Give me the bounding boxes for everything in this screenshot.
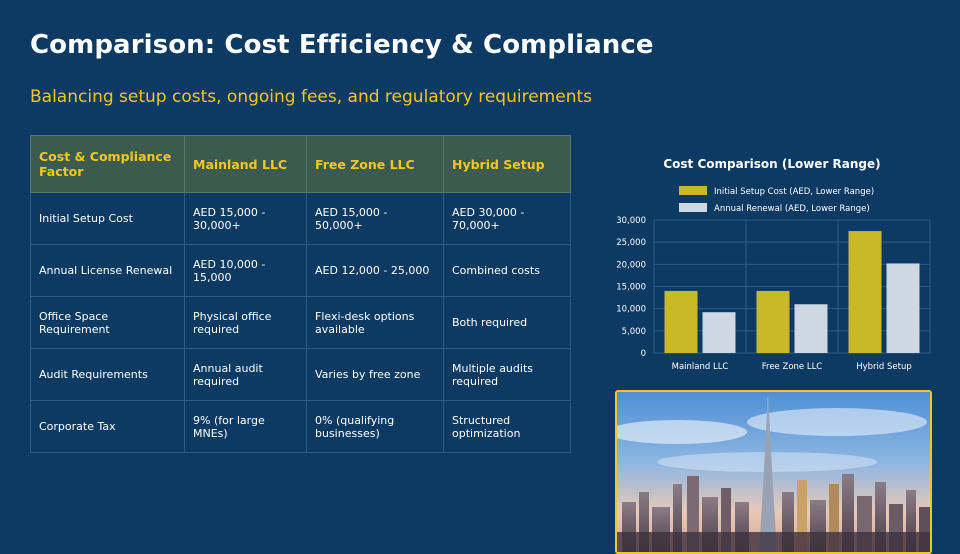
y-tick-label: 30,000 (616, 216, 646, 226)
header-factor: Cost & Compliance Factor (30, 135, 185, 193)
row-label: Initial Setup Cost (30, 192, 185, 245)
cell-freezone: Varies by free zone (306, 348, 444, 401)
chart-title: Cost Comparison (Lower Range) (663, 157, 880, 171)
y-tick-label: 0 (641, 349, 646, 359)
cell-mainland: AED 15,000 - 30,000+ (184, 192, 307, 245)
legend-swatch (679, 203, 707, 212)
y-tick-label: 25,000 (616, 238, 646, 248)
table-row: Annual License Renewal AED 10,000 - 15,0… (30, 244, 571, 297)
cell-hybrid: AED 30,000 - 70,000+ (443, 192, 571, 245)
cell-mainland: Physical office required (184, 296, 307, 349)
chart-svg: Cost Comparison (Lower Range) Initial Set… (616, 157, 931, 372)
cell-freezone: Flexi-desk options available (306, 296, 444, 349)
cell-hybrid: Combined costs (443, 244, 571, 297)
cell-freezone: 0% (qualifying businesses) (306, 400, 444, 453)
y-tick-label: 15,000 (616, 283, 646, 293)
cell-freezone: AED 15,000 - 50,000+ (306, 192, 444, 245)
row-label: Office Space Requirement (30, 296, 185, 349)
y-tick-label: 20,000 (616, 260, 646, 270)
bar (848, 231, 882, 353)
cell-hybrid: Both required (443, 296, 571, 349)
table-row: Audit Requirements Annual audit required… (30, 348, 571, 401)
slide-title: Comparison: Cost Efficiency & Compliance (30, 30, 654, 60)
header-freezone: Free Zone LLC (306, 135, 444, 193)
cell-mainland: 9% (for large MNEs) (184, 400, 307, 453)
table-row: Office Space Requirement Physical office… (30, 296, 571, 349)
legend-swatch (679, 186, 707, 195)
row-label: Annual License Renewal (30, 244, 185, 297)
bar (664, 290, 698, 353)
comparison-table: Cost & Compliance Factor Mainland LLC Fr… (30, 135, 571, 453)
header-mainland: Mainland LLC (184, 135, 307, 193)
x-tick-label: Hybrid Setup (856, 362, 912, 372)
cell-freezone: AED 12,000 - 25,000 (306, 244, 444, 297)
bar (702, 312, 736, 353)
table-row: Initial Setup Cost AED 15,000 - 30,000+ … (30, 192, 571, 245)
row-label: Audit Requirements (30, 348, 185, 401)
x-tick-label: Free Zone LLC (762, 362, 823, 372)
header-hybrid: Hybrid Setup (443, 135, 571, 193)
cell-mainland: AED 10,000 - 15,000 (184, 244, 307, 297)
row-label: Corporate Tax (30, 400, 185, 453)
bar (794, 304, 828, 353)
bar (886, 263, 920, 353)
table-row: Corporate Tax 9% (for large MNEs) 0% (qu… (30, 400, 571, 453)
cell-hybrid: Multiple audits required (443, 348, 571, 401)
city-skyline-photo (615, 390, 932, 554)
table-header-row: Cost & Compliance Factor Mainland LLC Fr… (30, 135, 571, 193)
x-tick-label: Mainland LLC (672, 362, 729, 372)
cell-hybrid: Structured optimization (443, 400, 571, 453)
slide-subtitle: Balancing setup costs, ongoing fees, and… (30, 87, 592, 107)
cell-mainland: Annual audit required (184, 348, 307, 401)
y-tick-label: 5,000 (622, 327, 646, 337)
legend-label: Initial Setup Cost (AED, Lower Range) (714, 187, 874, 197)
y-tick-label: 10,000 (616, 305, 646, 315)
skyline-image (617, 392, 930, 552)
legend-label: Annual Renewal (AED, Lower Range) (714, 204, 870, 214)
cost-comparison-chart: Cost Comparison (Lower Range) Initial Set… (612, 148, 932, 378)
bar (756, 290, 790, 353)
